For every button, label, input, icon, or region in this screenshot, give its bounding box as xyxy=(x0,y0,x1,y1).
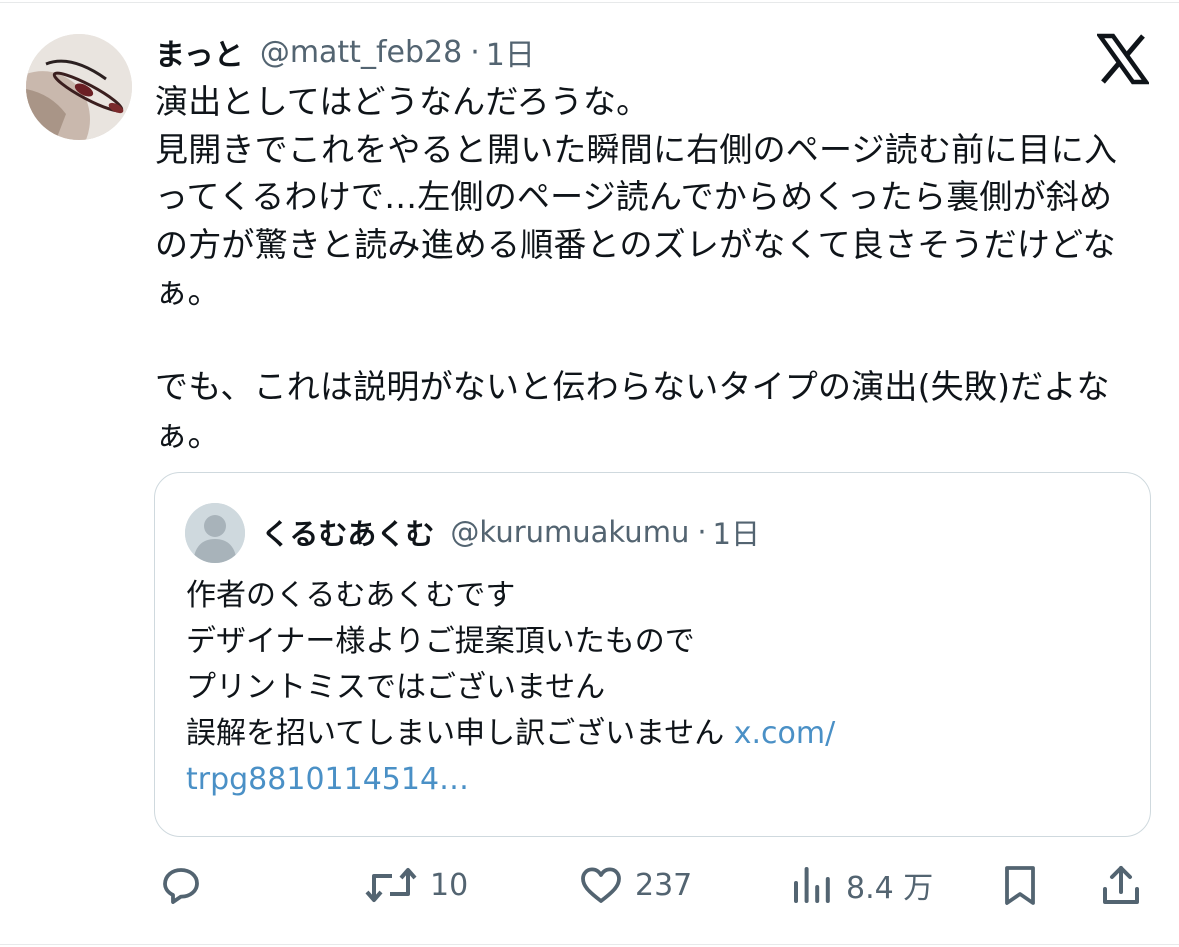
like-count: 237 xyxy=(635,867,693,903)
action-bar: 10 237 8.4 万 xyxy=(0,855,1179,915)
quoted-text-line: デザイナー様よりご提案頂いたもので xyxy=(186,624,695,659)
tweet-text-line: 見開きでこれをやると開いた瞬間に右側のページ読む前に目に入 xyxy=(155,129,1118,169)
tweet-text-line: ってくるわけで…左側のページ読んでからめくったら裏側が斜め xyxy=(155,177,1113,216)
tweet-text-line: の方が驚きと読み進める順番とのズレがなくて良さそうだけどな xyxy=(155,224,1116,264)
tweet-body: 演出としてはどうなんだろうな。 見開きでこれをやると開いた瞬間に右側のページ読む… xyxy=(155,78,1145,458)
tweet-header: まっと @matt_feb28 · 1日 xyxy=(155,30,535,74)
tweet-text-line: ぁ。 xyxy=(155,414,221,454)
bookmark-icon xyxy=(1005,866,1035,905)
views-count: 8.4 万 xyxy=(846,871,934,906)
author-handle[interactable]: @matt_feb28 xyxy=(260,35,462,70)
quoted-author-avatar[interactable] xyxy=(185,503,245,563)
bottom-divider xyxy=(0,944,1179,945)
share-icon xyxy=(1103,866,1139,904)
quoted-link-continuation[interactable]: trpg8810114514… xyxy=(186,757,1126,803)
author-avatar[interactable] xyxy=(26,34,132,140)
tweet-card: まっと @matt_feb28 · 1日 演出としてはどうなんだろうな。 見開き… xyxy=(0,0,1179,947)
quoted-text-line: 作者のくるむあくむです xyxy=(186,578,516,613)
reply-icon xyxy=(163,868,199,904)
top-divider xyxy=(0,2,1179,3)
quoted-display-name[interactable]: くるむあくむ xyxy=(261,511,434,553)
quoted-text-line: プリントミスではございません xyxy=(186,670,606,705)
quoted-link[interactable]: x.com/ xyxy=(734,716,835,751)
quoted-header: くるむあくむ @kurumuakumu · 1日 xyxy=(261,509,760,555)
quoted-timestamp[interactable]: 1日 xyxy=(713,511,760,553)
tweet-text-line: ぁ。 xyxy=(155,272,221,311)
views-icon xyxy=(794,867,830,903)
separator-dot: · xyxy=(470,34,480,70)
author-display-name[interactable]: まっと xyxy=(155,30,244,74)
share-button[interactable] xyxy=(1097,855,1145,915)
retweet-button[interactable]: 10 xyxy=(362,855,468,915)
quoted-text-line: 誤解を招いてしまい申し訳ございません x.com/ xyxy=(186,711,1126,757)
tweet-text-line xyxy=(155,316,1145,364)
heart-icon xyxy=(581,867,621,903)
quoted-tweet[interactable]: くるむあくむ @kurumuakumu · 1日 作者のくるむあくむです デザイ… xyxy=(154,472,1151,837)
separator-dot: · xyxy=(697,515,707,549)
like-button[interactable]: 237 xyxy=(577,855,692,915)
bookmark-button[interactable] xyxy=(996,855,1044,915)
quoted-handle[interactable]: @kurumuakumu xyxy=(450,515,689,549)
retweet-count: 10 xyxy=(430,867,469,903)
tweet-text-line: でも、これは説明がないと伝わらないタイプの演出(失敗)だよな xyxy=(155,367,1110,406)
retweet-icon xyxy=(365,868,417,902)
quoted-body: 作者のくるむあくむです デザイナー様よりご提案頂いたもので プリントミスではござ… xyxy=(186,573,1126,803)
views-button[interactable]: 8.4 万 xyxy=(788,855,933,915)
quoted-text-segment: 誤解を招いてしまい申し訳ございません xyxy=(186,716,734,751)
reply-button[interactable] xyxy=(157,855,205,915)
tweet-text-line: 演出としてはどうなんだろうな。 xyxy=(155,82,650,121)
tweet-timestamp[interactable]: 1日 xyxy=(486,30,535,74)
